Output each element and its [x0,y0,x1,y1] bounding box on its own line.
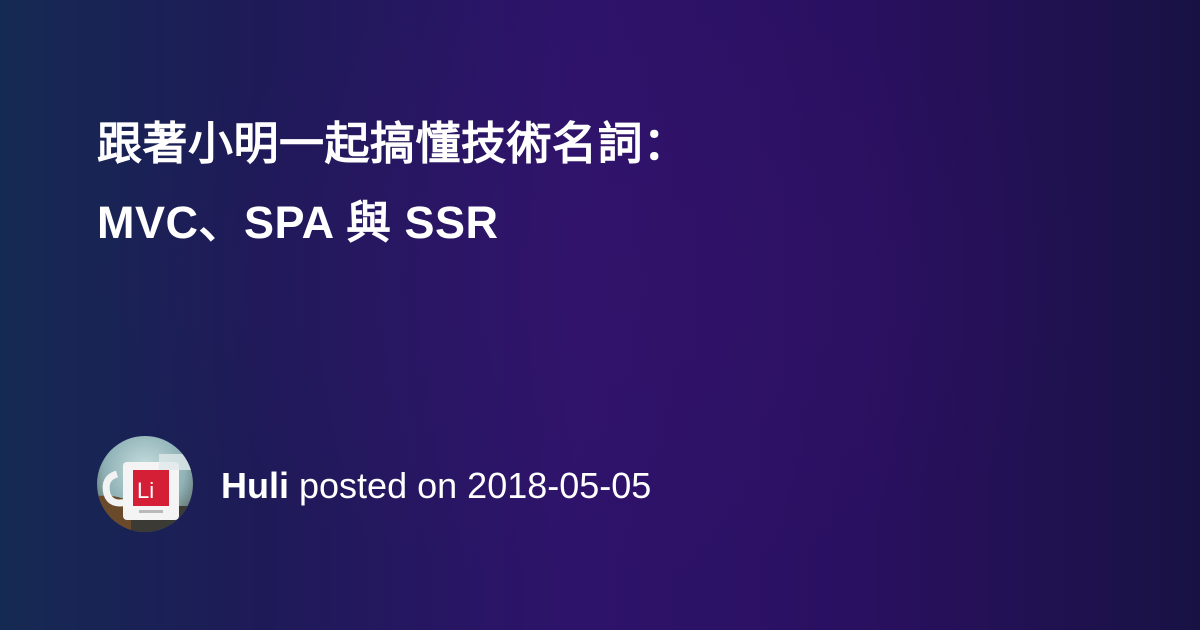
post-meta: Huli posted on 2018-05-05 [221,465,651,507]
posted-on-label: posted on [299,465,458,506]
svg-text:Li: Li [137,478,154,503]
post-date: 2018-05-05 [467,465,652,506]
author-name: Huli [221,465,289,506]
author-byline: Li Huli posted on 2018-05-05 [97,436,651,532]
background-gradient [0,0,1200,630]
post-title-line-1: 跟著小明一起搞懂技術名詞： [97,118,689,169]
post-title: 跟著小明一起搞懂技術名詞： MVC、SPA 與 SSR [97,104,997,262]
mug-photo-icon: Li [97,436,193,532]
post-title-line-2: MVC、SPA 與 SSR [97,197,499,248]
avatar: Li [97,436,193,532]
